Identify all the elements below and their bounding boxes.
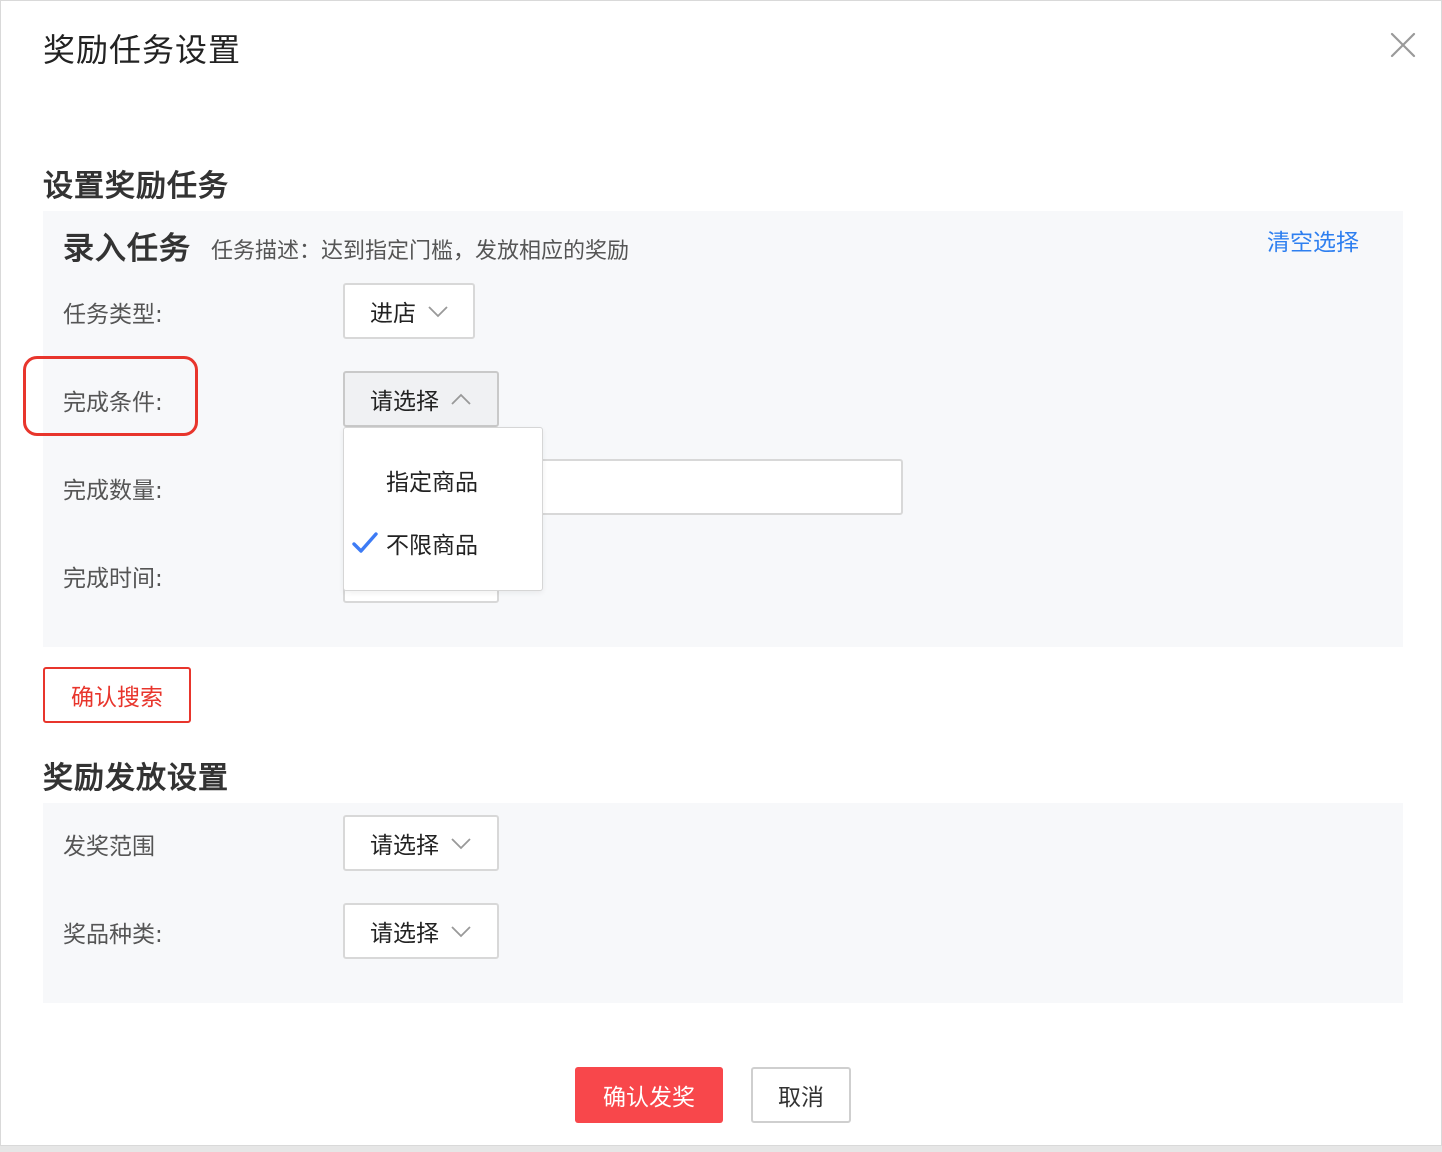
award-scope-label: 发奖范围 — [63, 834, 155, 860]
completion-quantity-label: 完成数量: — [63, 478, 163, 504]
completion-time-label: 完成时间: — [63, 566, 163, 592]
reward-panel — [43, 803, 1403, 1003]
prize-type-value: 请选择 — [370, 921, 439, 947]
chevron-down-icon — [449, 919, 473, 943]
reward-task-dialog: 奖励任务设置 设置奖励任务 录入任务 任务描述：达到指定门槛，发放相应的奖励 清… — [0, 0, 1442, 1146]
dropdown-option-label: 指定商品 — [386, 470, 478, 496]
completion-condition-value: 请选择 — [370, 389, 439, 415]
reward-section-title: 奖励发放设置 — [43, 761, 229, 796]
chevron-down-icon — [426, 299, 450, 323]
confirm-search-button[interactable]: 确认搜索 — [43, 667, 191, 723]
dropdown-option-unlimited-goods[interactable]: 不限商品 — [344, 518, 542, 568]
dropdown-option-specified-goods[interactable]: 指定商品 — [344, 455, 542, 505]
task-type-value: 进店 — [370, 301, 416, 327]
dialog-title: 奖励任务设置 — [43, 31, 242, 69]
award-scope-select[interactable]: 请选择 — [343, 815, 499, 871]
task-panel-description: 任务描述：达到指定门槛，发放相应的奖励 — [211, 239, 630, 264]
confirm-award-button[interactable]: 确认发奖 — [575, 1067, 723, 1123]
task-type-select[interactable]: 进店 — [343, 283, 475, 339]
award-scope-value: 请选择 — [370, 833, 439, 859]
task-panel — [43, 211, 1403, 647]
completion-condition-select[interactable]: 请选择 — [343, 371, 499, 427]
prize-type-label: 奖品种类: — [63, 922, 163, 948]
task-type-label: 任务类型: — [63, 302, 163, 328]
prize-type-select[interactable]: 请选择 — [343, 903, 499, 959]
close-icon[interactable] — [1387, 29, 1419, 61]
dropdown-option-label: 不限商品 — [386, 533, 478, 559]
clear-selection-link[interactable]: 清空选择 — [1267, 223, 1359, 257]
window-bottom-strip — [0, 1146, 1442, 1152]
checkmark-icon — [352, 531, 378, 555]
task-panel-heading: 录入任务 — [63, 231, 191, 267]
task-section-title: 设置奖励任务 — [43, 169, 229, 204]
condition-dropdown-menu: 指定商品 不限商品 — [343, 427, 543, 591]
chevron-down-icon — [449, 831, 473, 855]
highlight-annotation — [23, 356, 198, 436]
cancel-button[interactable]: 取消 — [751, 1067, 851, 1123]
chevron-up-icon — [449, 387, 473, 411]
